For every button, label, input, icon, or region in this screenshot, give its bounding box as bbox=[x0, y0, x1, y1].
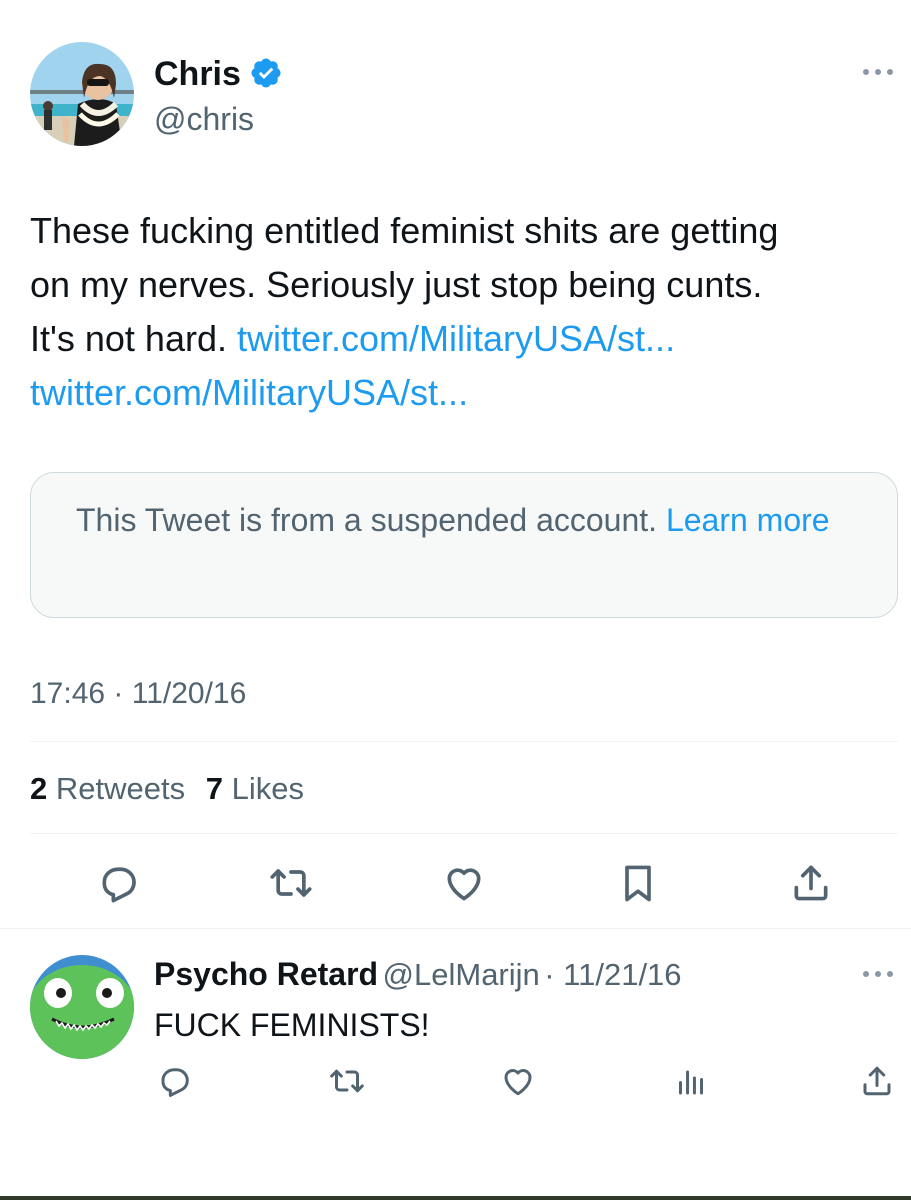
likes-label: Likes bbox=[231, 771, 304, 806]
learn-more-link[interactable]: Learn more bbox=[666, 502, 830, 538]
quoted-tweet-card[interactable]: This Tweet is from a suspended account. … bbox=[30, 472, 898, 618]
reply-like-icon[interactable] bbox=[496, 1060, 540, 1102]
more-icon[interactable] bbox=[858, 58, 898, 86]
reply-date[interactable]: · 11/21/16 bbox=[544, 957, 681, 992]
tweet-text: These fucking entitled feminist shits ar… bbox=[30, 204, 890, 420]
author-avatar[interactable] bbox=[30, 42, 134, 146]
share-icon[interactable] bbox=[786, 858, 836, 908]
reply-author-handle[interactable]: @LelMarijn bbox=[383, 957, 540, 992]
bottom-edge bbox=[0, 1196, 911, 1200]
like-count: 7 bbox=[205, 771, 223, 806]
tweet-text-line-1: These fucking entitled feminist shits ar… bbox=[30, 210, 779, 251]
retweets-stat[interactable]: 2 Retweets bbox=[30, 771, 194, 806]
reply-more-icon[interactable] bbox=[858, 960, 898, 988]
tweet-text-line-3: It's not hard. twitter.com/MilitaryUSA/s… bbox=[30, 312, 890, 366]
reply-icon[interactable] bbox=[94, 858, 144, 908]
tweet-link-1[interactable]: twitter.com/MilitaryUSA/st... bbox=[237, 318, 675, 359]
suspended-notice-text: This Tweet is from a suspended account. bbox=[76, 502, 658, 538]
verified-badge-icon bbox=[249, 56, 283, 90]
reply-text: FUCK FEMINISTS! bbox=[154, 1007, 430, 1043]
author-handle[interactable]: @chris bbox=[154, 100, 254, 138]
reply-share-icon[interactable] bbox=[856, 1060, 898, 1102]
likes-stat[interactable]: 7 Likes bbox=[206, 771, 304, 806]
like-icon[interactable] bbox=[438, 858, 490, 908]
reply-author-name[interactable]: Psycho Retard bbox=[154, 956, 378, 992]
divider bbox=[30, 833, 898, 834]
section-separator bbox=[0, 928, 911, 929]
retweet-icon[interactable] bbox=[263, 858, 319, 908]
reply-header: Psycho Retard @LelMarijn · 11/21/16 bbox=[154, 954, 682, 1001]
tweet-link-2[interactable]: twitter.com/MilitaryUSA/st... bbox=[30, 366, 890, 420]
divider bbox=[30, 741, 898, 742]
reply-reply-icon[interactable] bbox=[154, 1060, 196, 1102]
engagement-stats: 2 Retweets 7 Likes bbox=[30, 768, 304, 810]
reply-views-icon[interactable] bbox=[670, 1060, 712, 1102]
reply-retweet-icon[interactable] bbox=[324, 1060, 370, 1102]
tweet-text-line-3-text: It's not hard. bbox=[30, 318, 227, 359]
retweet-count: 2 bbox=[30, 771, 48, 806]
tweet-text-line-2: on my nerves. Seriously just stop being … bbox=[30, 264, 763, 305]
tweet-timestamp[interactable]: 17:46 · 11/20/16 bbox=[30, 674, 246, 714]
author-name[interactable]: Chris bbox=[154, 54, 241, 94]
suspended-notice: This Tweet is from a suspended account. … bbox=[76, 499, 856, 542]
retweets-label: Retweets bbox=[55, 771, 186, 806]
reply-author-avatar[interactable] bbox=[30, 955, 134, 1059]
bookmark-icon[interactable] bbox=[614, 858, 662, 908]
